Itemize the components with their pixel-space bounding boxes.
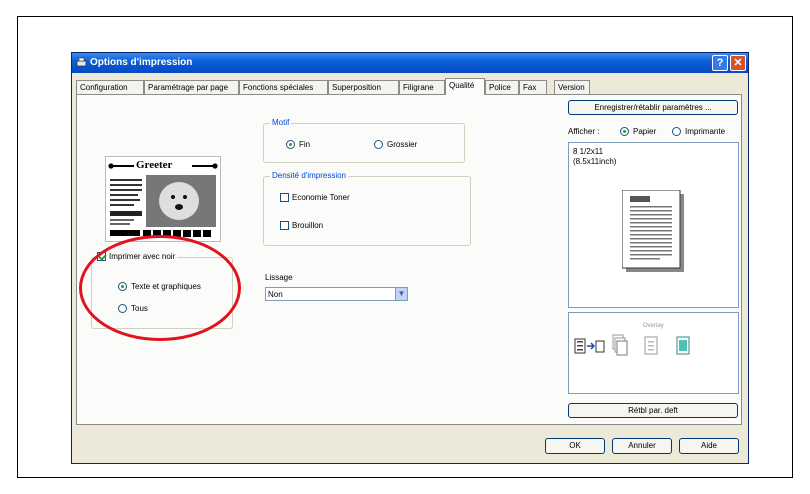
tab-filigrane[interactable]: Filigrane: [399, 80, 445, 94]
cancel-button[interactable]: Annuler: [612, 438, 672, 454]
motif-group: Motif Fin Grossier: [263, 118, 465, 163]
tab-parametrage-par-page[interactable]: Paramétrage par page: [144, 80, 239, 94]
lissage-label: Lissage: [265, 273, 293, 282]
tab-fax[interactable]: Fax: [519, 80, 547, 94]
help-button[interactable]: Aide: [679, 438, 739, 454]
density-group: Densité d'impression Economie Toner Brou…: [263, 171, 471, 246]
checkbox-box: [280, 221, 289, 230]
chevron-down-icon: ▼: [395, 288, 407, 300]
tab-version[interactable]: Version: [554, 80, 590, 94]
afficher-label: Afficher :: [568, 127, 600, 136]
motif-fin-radio[interactable]: Fin: [286, 140, 310, 149]
paper-page-icon: [622, 190, 684, 272]
lissage-select[interactable]: Non ▼: [265, 287, 408, 301]
paper-preview-panel: 8 1/2x11 (8.5x11inch): [568, 142, 739, 308]
brouillon-checkbox[interactable]: Brouillon: [280, 221, 323, 230]
economy-toner-label: Economie Toner: [292, 193, 350, 202]
reset-defaults-button[interactable]: Rétbl par. deft: [568, 403, 738, 418]
overlay-label: Overlay: [643, 323, 664, 329]
feature-icons-panel: Overlay: [568, 312, 739, 394]
view-papier-label: Papier: [633, 127, 657, 136]
radio-dot: [672, 127, 681, 136]
tab-superposition[interactable]: Superposition: [328, 80, 399, 94]
view-papier-radio[interactable]: Papier: [620, 127, 656, 136]
checkbox-box: [280, 193, 289, 202]
quality-preview-image: Greeter: [105, 156, 221, 242]
radio-dot: [374, 140, 383, 149]
motif-grossier-radio[interactable]: Grossier: [374, 140, 417, 149]
tab-qualite[interactable]: Qualité: [445, 78, 485, 95]
motif-group-label: Motif: [270, 118, 292, 127]
tab-police[interactable]: Police: [485, 80, 519, 94]
tab-fonctions-speciales[interactable]: Fonctions spéciales: [239, 80, 328, 94]
view-imprimante-label: Imprimante: [685, 127, 726, 136]
printer-app-icon: [76, 57, 87, 67]
window-title: Options d'impression: [90, 57, 193, 68]
ok-button[interactable]: OK: [545, 438, 605, 454]
density-group-label: Densité d'impression: [270, 171, 349, 180]
tab-configuration[interactable]: Configuration: [76, 80, 144, 94]
red-highlight-ellipse: [79, 235, 241, 341]
lissage-value: Non: [268, 290, 283, 299]
motif-grossier-label: Grossier: [387, 140, 418, 149]
radio-dot: [286, 140, 295, 149]
paper-size-line1: 8 1/2x11: [573, 147, 604, 156]
save-restore-settings-button[interactable]: Enregistrer/rétablir paramètres ...: [568, 100, 738, 115]
title-bar: Options d'impression ? ✕: [72, 53, 748, 73]
view-imprimante-radio[interactable]: Imprimante: [672, 127, 725, 136]
economy-toner-checkbox[interactable]: Economie Toner: [280, 193, 350, 202]
motif-fin-label: Fin: [299, 140, 311, 149]
brouillon-label: Brouillon: [292, 221, 324, 230]
preview-heading: Greeter: [136, 159, 173, 171]
close-button[interactable]: ✕: [730, 55, 746, 71]
radio-dot: [620, 127, 629, 136]
help-title-button[interactable]: ?: [712, 55, 728, 71]
paper-size-line2: (8.5x11inch): [573, 157, 617, 166]
